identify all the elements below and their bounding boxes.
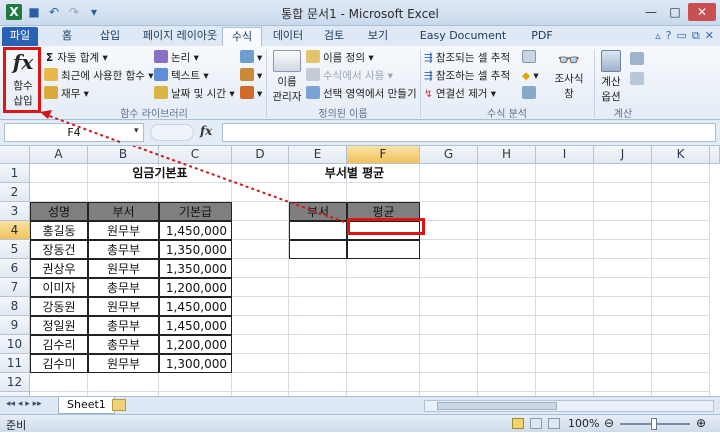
annotation-arrow-head: [40, 110, 121, 143]
zoom-level[interactable]: 100%: [568, 417, 599, 430]
zoom-in-icon[interactable]: ⊕: [696, 416, 706, 430]
normal-view-icon[interactable]: [512, 418, 524, 429]
page-layout-view-icon[interactable]: [530, 418, 542, 429]
zoom-out-icon[interactable]: ⊖: [604, 416, 614, 430]
arrow-head-icon: [40, 110, 52, 119]
sheet-tab-bar: ◂◂ ◂ ▸ ▸▸ Sheet1: [0, 396, 720, 414]
dotted-arrow-line-top: [43, 113, 121, 143]
horizontal-scrollbar[interactable]: [424, 400, 714, 412]
new-sheet-icon[interactable]: [112, 399, 126, 411]
status-ready: 준비: [6, 419, 27, 432]
status-bar: 준비 100% ⊖ ⊕: [0, 414, 720, 432]
page-break-view-icon[interactable]: [548, 418, 560, 429]
zoom-slider-thumb[interactable]: [651, 418, 657, 430]
zoom-slider[interactable]: [620, 418, 690, 430]
sheet-nav-icons[interactable]: ◂◂ ◂ ▸ ▸▸: [6, 399, 42, 409]
sheet-tab-sheet1[interactable]: Sheet1: [58, 397, 115, 414]
scroll-thumb[interactable]: [437, 402, 557, 410]
